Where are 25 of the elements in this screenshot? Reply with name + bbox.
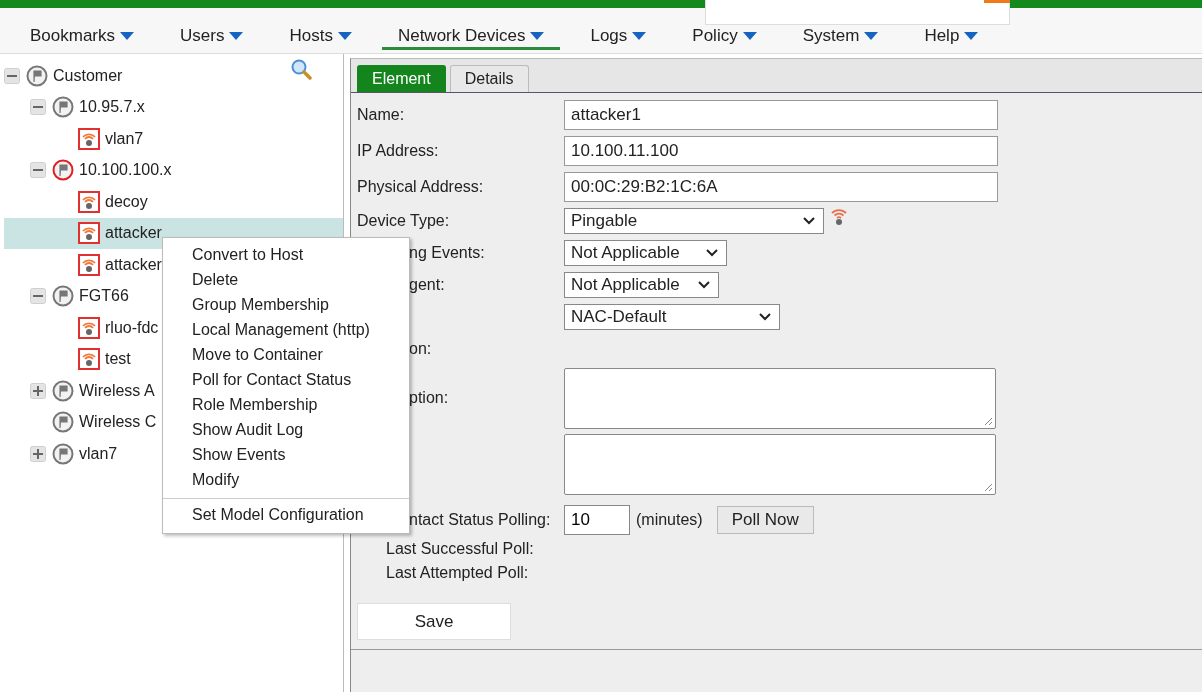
tree-label: test <box>105 350 131 369</box>
field-label: on: <box>409 340 432 357</box>
tree-label: rluo-fdc <box>105 318 159 337</box>
tree-label: attacker <box>105 224 162 243</box>
unit-label: (minutes) <box>636 511 703 529</box>
field-label: ption: <box>409 389 449 406</box>
field-label: gent: <box>409 276 445 293</box>
field-label: Device Type: <box>357 212 450 229</box>
tree-label: attacker <box>105 255 162 274</box>
field-label: Name: <box>357 106 405 123</box>
tree-label: Wireless C <box>79 413 157 432</box>
field-label: IP Address: <box>357 142 439 159</box>
field-label: ng Events: <box>409 244 485 261</box>
field-label: ntact Status Polling: <box>409 511 551 528</box>
tree-label: 10.95.7.x <box>79 98 145 117</box>
tree-label: vlan7 <box>105 129 144 148</box>
field-label: Last Successful Poll: <box>386 540 534 557</box>
field-label: Physical Address: <box>357 178 484 195</box>
tree-label: Customer <box>53 66 123 85</box>
tree-label: vlan7 <box>79 444 118 463</box>
tree-label: decoy <box>105 192 148 211</box>
tree-label: 10.100.100.x <box>79 161 172 180</box>
field-label: Last Attempted Poll: <box>386 564 529 581</box>
tree-label: Wireless A <box>79 381 155 400</box>
tree-label: FGT66 <box>79 287 129 306</box>
